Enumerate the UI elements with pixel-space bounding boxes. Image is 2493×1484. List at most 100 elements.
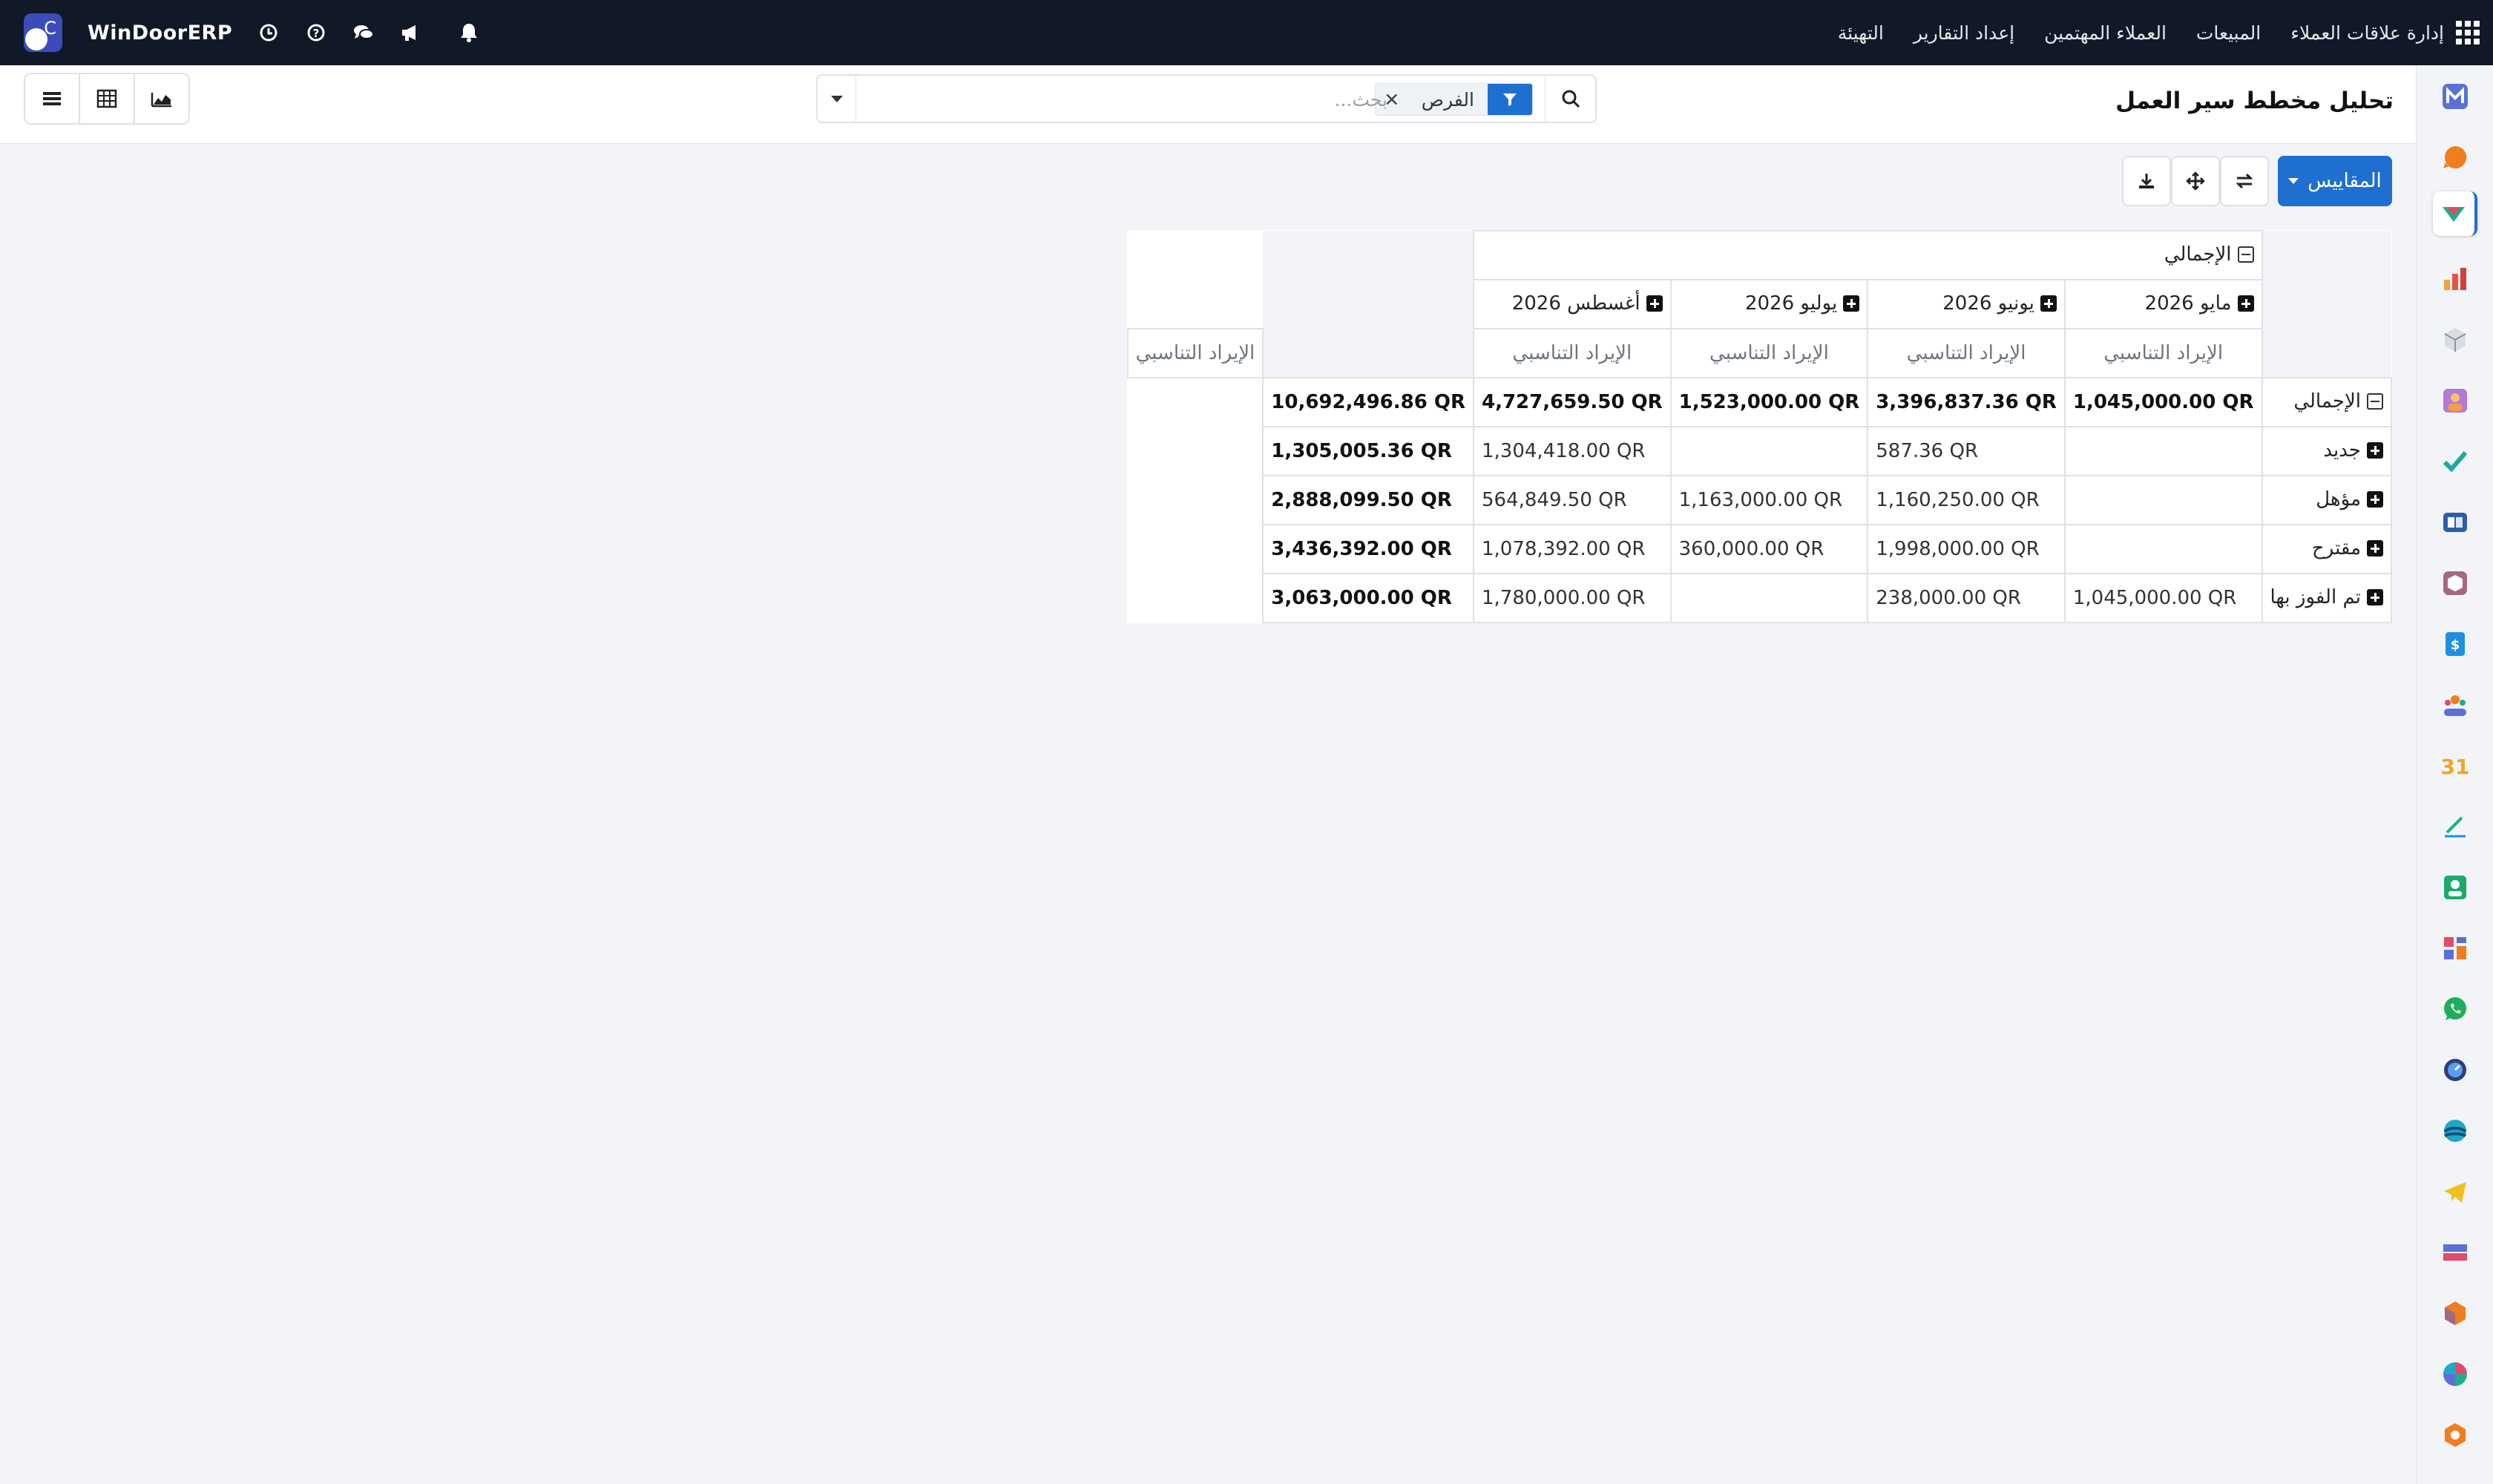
members-app-icon[interactable] [2433,865,2477,910]
notification-bell-icon[interactable] [458,22,480,44]
discuss-app-icon[interactable] [2433,135,2477,180]
pivot-row-header[interactable]: مؤهل [2261,475,2392,525]
pivot-col-header[interactable]: أغسطس 2026 [1473,279,1672,329]
contacts-app-icon[interactable] [2433,683,2477,727]
facet-value: الفرص [1408,84,1488,115]
pivot-cell[interactable] [1669,573,1869,623]
pivot-cell-total[interactable]: 10,692,496.86 QR [1262,377,1474,427]
pivot-cell[interactable]: 1,163,000.00 QR [1669,475,1869,525]
menu-leads[interactable]: العملاء المهتمين [2044,22,2167,44]
pivot-cell[interactable]: 1,078,392.00 QR [1473,524,1672,574]
pivot-cell[interactable]: 1,304,418.00 QR [1473,426,1672,476]
pivot-cell[interactable] [1669,426,1869,476]
pivot-corner-measure [2262,329,2391,378]
knowledge-app-icon[interactable] [2433,500,2477,545]
measure-header[interactable]: الإيراد التناسبي [1126,328,1264,378]
pivot-cell-total[interactable]: 1,305,005.36 QR [1262,426,1474,476]
pivot-cell[interactable]: 238,000.00 QR [1867,573,2066,623]
surveys-app-icon[interactable] [2433,1352,2477,1396]
pivot-cell[interactable]: 1,998,000.00 QR [1867,524,2066,574]
crm-app-icon[interactable] [2433,191,2477,236]
pivot-cell[interactable]: 360,000.00 QR [1669,524,1869,574]
col-total-label: الإجمالي [2164,243,2232,266]
pivot-col-total-header[interactable]: الإجمالي [1473,230,2263,280]
col-header-label: مايو 2026 [2144,292,2232,315]
pivot-cell-total[interactable]: 2,888,099.50 QR [1262,475,1474,525]
pivot-row-total-header[interactable]: الإجمالي [2261,377,2392,427]
menu-crm[interactable]: إدارة علاقات العملاء [2290,22,2444,44]
measure-header[interactable]: الإيراد التناسبي [1669,328,1869,378]
app-grid-icon[interactable] [2456,21,2480,45]
calendar-app-icon[interactable]: 31 [2433,743,2477,788]
col-header-label: يوليو 2026 [1744,292,1838,315]
pivot-col-header[interactable]: يوليو 2026 [1669,279,1869,329]
todo-app-icon[interactable] [2433,439,2477,484]
clock-icon[interactable] [257,22,280,44]
chevron-down-icon [830,95,843,102]
pivot-view-button[interactable] [79,73,135,125]
measures-button[interactable]: المقاييس [2278,156,2392,206]
company-logo[interactable]: C [24,13,62,52]
download-button[interactable] [2122,156,2171,206]
measure-header[interactable]: الإيراد التناسبي [1867,328,2066,378]
measure-header[interactable]: الإيراد التناسبي [1473,328,1672,378]
pivot-cell[interactable]: 1,045,000.00 QR [2063,573,2263,623]
pivot-cell[interactable]: 1,045,000.00 QR [2063,377,2263,427]
filter-icon [1488,84,1532,115]
help-icon[interactable]: ? [305,22,327,44]
pivot-col-header[interactable]: يونيو 2026 [1867,279,2066,329]
settings-app-icon[interactable] [2433,1413,2477,1457]
invoicing-app-icon[interactable]: $ [2433,622,2477,666]
search-icon[interactable] [1545,76,1595,122]
pivot-cell[interactable] [2063,475,2263,525]
search-options-toggle[interactable] [818,76,856,122]
live-chat-app-icon[interactable] [2433,1109,2477,1153]
pivot-cell[interactable]: 564,849.50 QR [1473,475,1672,525]
pivot-table: الإجمالي مايو 2026 يونيو 2026 يوليو 2026… [1126,230,2392,623]
pivot-col-header[interactable]: مايو 2026 [2063,279,2263,329]
telegram-app-icon[interactable] [2433,1169,2477,1214]
menu-reporting[interactable]: إعداد التقارير [1914,22,2014,44]
chat-icon[interactable] [352,22,375,44]
expand-icon [1646,295,1663,312]
pivot-row-header[interactable]: جديد [2261,426,2392,476]
menu-sales[interactable]: المبيعات [2196,22,2261,44]
pivot-cell[interactable]: 3,396,837.36 QR [1867,377,2066,427]
modules-app-icon[interactable] [2433,1291,2477,1336]
mailing-app-icon[interactable] [2433,74,2477,119]
website-app-icon[interactable] [2433,1230,2477,1275]
svg-text:$: $ [2451,637,2460,653]
pivot-row-header[interactable]: تم الفوز بها [2261,573,2392,623]
list-view-button[interactable] [24,73,80,125]
pivot-cell-total[interactable]: 3,063,000.00 QR [1262,573,1474,623]
pivot-cell[interactable]: 587.36 QR [1867,426,2066,476]
timesheets-app-icon[interactable] [2433,1048,2477,1092]
sign-app-icon[interactable] [2433,804,2477,849]
company-name[interactable]: WinDoorERP [88,22,232,45]
pivot-cell[interactable] [2063,426,2263,476]
pivot-cell[interactable]: 1,523,000.00 QR [1669,377,1869,427]
products-app-icon[interactable] [2433,561,2477,605]
expand-icon [1843,295,1860,312]
reporting-app-icon[interactable] [2433,257,2477,301]
pivot-cell-total[interactable]: 3,436,392.00 QR [1262,524,1474,574]
announcement-icon[interactable] [400,22,422,44]
pivot-cell[interactable] [2063,524,2263,574]
employees-app-icon[interactable] [2433,378,2477,423]
pivot-cell[interactable]: 4,727,659.50 QR [1473,377,1672,427]
whatsapp-app-icon[interactable] [2433,987,2477,1031]
pivot-row-header[interactable]: مقترح [2261,524,2392,574]
flip-axis-button[interactable] [2220,156,2269,206]
dashboards-app-icon[interactable] [2433,926,2477,971]
graph-view-button[interactable] [134,73,190,125]
search-facet: الفرص ✕ [1374,83,1533,116]
search-input[interactable] [942,85,1387,114]
pivot-cell[interactable]: 1,160,250.00 QR [1867,475,2066,525]
pivot-cell[interactable]: 1,780,000.00 QR [1473,573,1672,623]
inventory-app-icon[interactable] [2433,318,2477,362]
control-panel: تحليل مخطط سير العمل الفرص ✕ [0,65,2416,144]
page-title: تحليل مخطط سير العمل [2115,88,2394,114]
expand-all-button[interactable] [2171,156,2220,206]
menu-configuration[interactable]: التهيئة [1838,22,1884,44]
measure-header[interactable]: الإيراد التناسبي [2063,328,2263,378]
